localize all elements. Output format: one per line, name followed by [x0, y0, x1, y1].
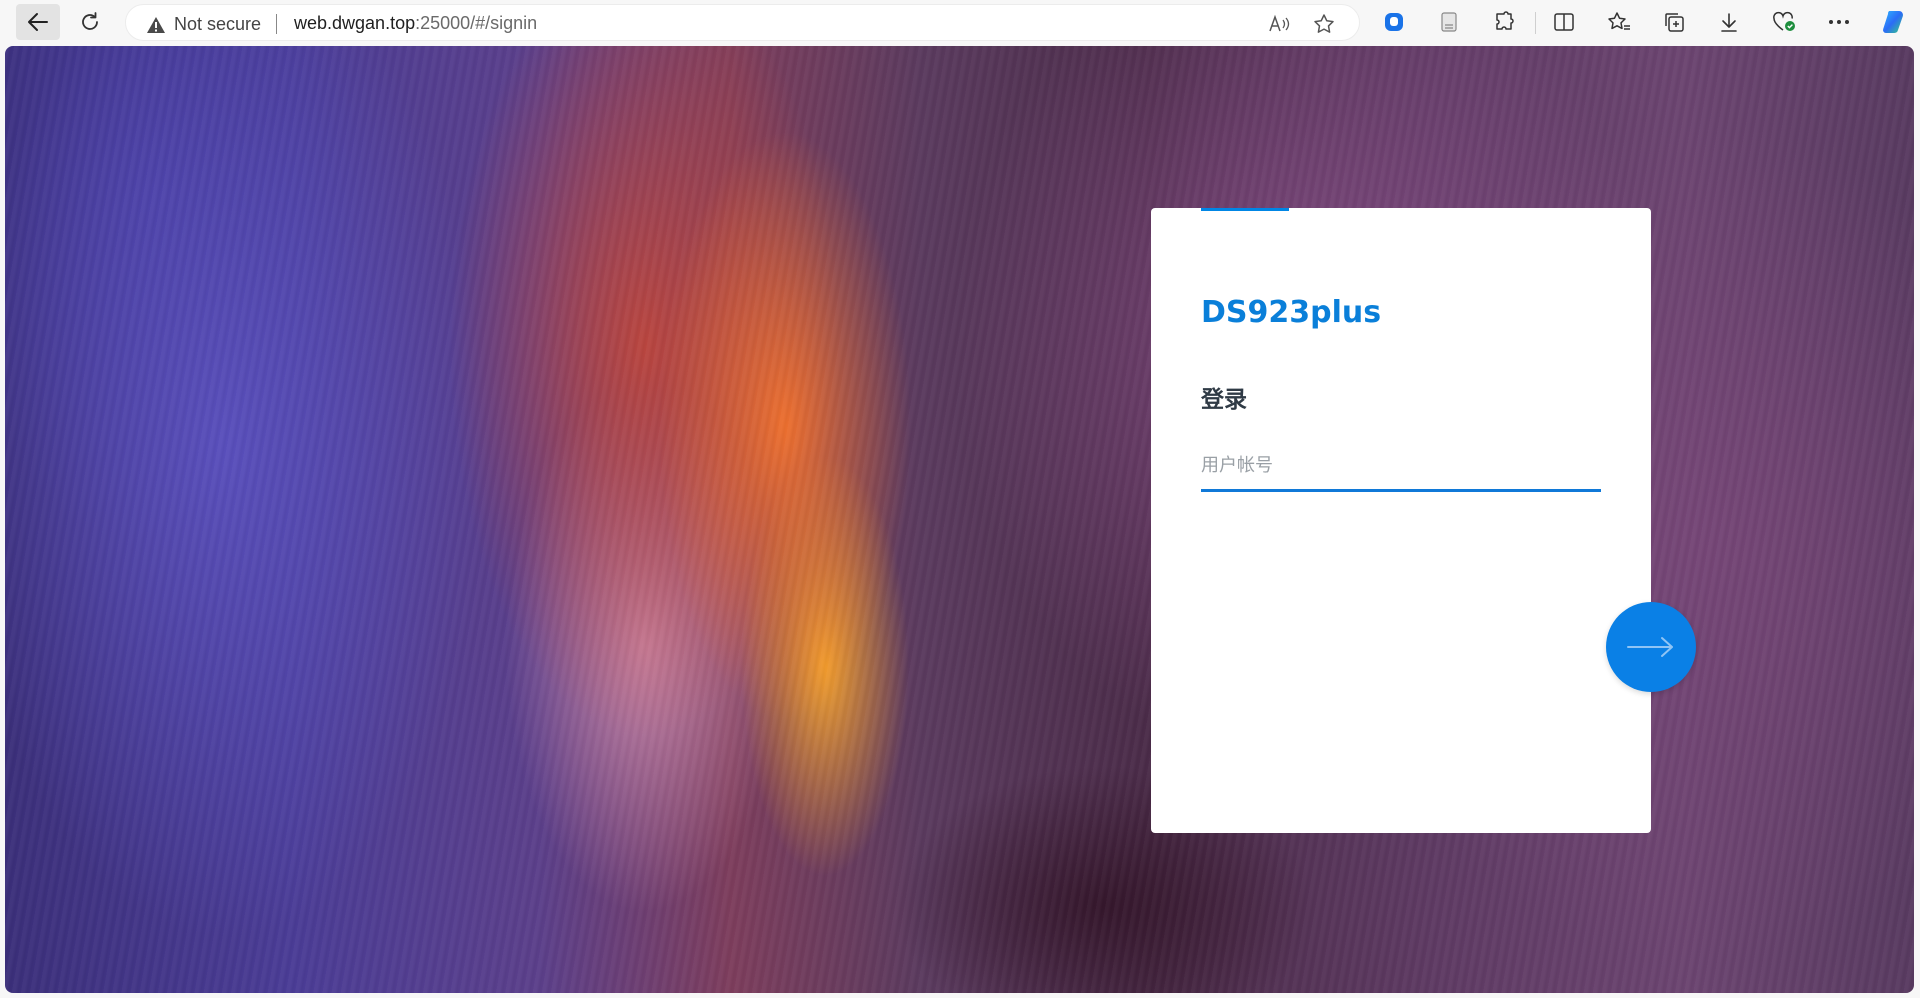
- split-screen-icon: [1554, 13, 1574, 31]
- browser-toolbar: Not secure web.dwgan.top:25000/#/signin: [0, 0, 1920, 45]
- favorite-button[interactable]: [1311, 11, 1337, 37]
- browser-essentials-icon: [1773, 11, 1795, 31]
- reload-icon: [82, 12, 98, 30]
- username-input[interactable]: [1201, 448, 1601, 492]
- page-button[interactable]: [1435, 8, 1463, 36]
- browser-essentials-button[interactable]: [1770, 8, 1798, 36]
- favorites-icon: [1608, 12, 1630, 30]
- downloads-button[interactable]: [1715, 8, 1743, 36]
- back-arrow-icon: [28, 13, 48, 31]
- url-path: :25000/#/signin: [415, 13, 538, 33]
- login-heading: 登录: [1201, 387, 1247, 413]
- reload-button[interactable]: [72, 4, 108, 40]
- read-aloud-button[interactable]: [1266, 11, 1292, 37]
- read-aloud-icon: [1269, 14, 1290, 32]
- split-screen-button[interactable]: [1550, 8, 1578, 36]
- extensions-button[interactable]: [1490, 8, 1518, 36]
- login-card: DS923plus 登录: [1151, 208, 1651, 833]
- copilot-button[interactable]: [1880, 8, 1908, 36]
- copilot-icon: [1883, 11, 1903, 33]
- card-accent-bar: [1201, 208, 1289, 211]
- extensions-puzzle-icon: [1496, 11, 1514, 30]
- address-separator: [276, 14, 277, 34]
- favorite-star-icon: [1314, 14, 1334, 33]
- favorites-button[interactable]: [1605, 8, 1633, 36]
- download-icon: [1721, 13, 1737, 32]
- next-button[interactable]: [1606, 602, 1696, 692]
- more-icon: [1829, 20, 1849, 24]
- more-button[interactable]: [1825, 8, 1853, 36]
- extension-shield-icon: [1385, 13, 1403, 31]
- toolbar-separator: [1535, 12, 1536, 34]
- url-host: web.dwgan.top: [294, 13, 416, 33]
- back-button[interactable]: [16, 4, 60, 40]
- collections-button[interactable]: [1660, 8, 1688, 36]
- arrow-right-icon: [1627, 637, 1673, 657]
- warning-icon: [147, 16, 165, 33]
- extension-button[interactable]: [1380, 8, 1408, 36]
- url-text[interactable]: web.dwgan.top:25000/#/signin: [294, 13, 537, 34]
- address-bar[interactable]: Not secure web.dwgan.top:25000/#/signin: [125, 4, 1360, 41]
- collections-icon: [1665, 13, 1684, 32]
- device-name-title: DS923plus: [1201, 295, 1382, 330]
- security-indicator[interactable]: Not secure: [146, 14, 261, 35]
- security-label: Not secure: [174, 14, 262, 34]
- page-icon: [1441, 12, 1457, 32]
